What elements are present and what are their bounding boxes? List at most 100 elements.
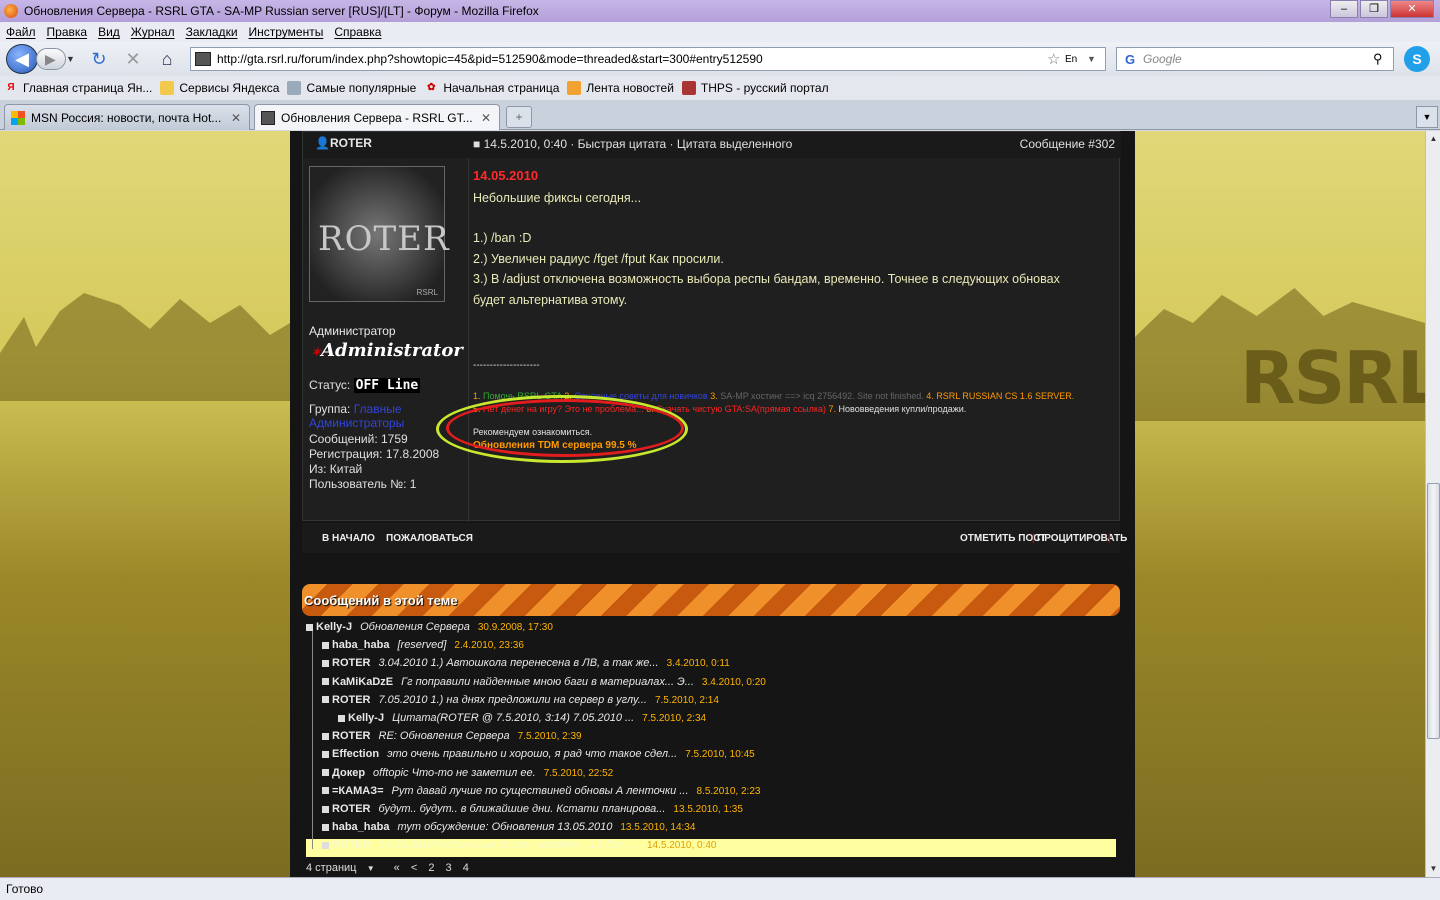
signature-segment[interactable]: 1. — [473, 391, 483, 401]
thread-row-author[interactable]: KaMiKaDzE — [332, 676, 393, 688]
report-link[interactable]: ПОЖАЛОВАТЬСЯ — [386, 533, 473, 544]
page-3[interactable]: 3 — [446, 862, 452, 874]
thread-row-subject[interactable]: offtopic Что-то не заметил ее. — [373, 767, 536, 779]
signature-segment[interactable]: SA-MP хостинг ==> icq 2756492. Site not … — [720, 391, 924, 401]
page-2[interactable]: 2 — [428, 862, 434, 874]
post-author[interactable]: 👤ROTER — [315, 136, 372, 150]
thread-row[interactable]: KaMiKaDzE Гг поправили найденные мною баг… — [306, 676, 1116, 694]
tab-close-icon[interactable]: ✕ — [229, 111, 243, 125]
thread-row-subject[interactable]: это очень правильно и хорошо, я рад что … — [387, 748, 677, 760]
thread-row[interactable]: haba_haba тут обсуждение: Обновления 13.0… — [306, 821, 1116, 839]
group-link[interactable]: Главные — [354, 402, 402, 416]
page-prev[interactable]: < — [411, 862, 417, 874]
search-magnifier-icon[interactable]: ⚲ — [1373, 51, 1393, 67]
group-link-2[interactable]: Администраторы — [309, 416, 404, 430]
thread-row-subject[interactable]: Обновления Сервера — [360, 621, 470, 633]
thread-row-subject[interactable]: тут обсуждение: Обновления 13.05.2010 — [397, 821, 612, 833]
post-meta[interactable]: ■ 14.5.2010, 0:40 · Быстрая цитата · Цит… — [473, 137, 792, 151]
menu-file[interactable]: Файл — [6, 25, 36, 39]
pages-label[interactable]: 4 страниц ▼ — [306, 862, 383, 874]
menu-view[interactable]: Вид — [98, 25, 120, 39]
thread-row-author[interactable]: ROTER — [332, 803, 371, 815]
bookmark-star-icon[interactable]: ☆ — [1047, 50, 1065, 68]
page-first[interactable]: « — [394, 862, 400, 874]
url-dropdown-icon[interactable]: ▼ — [1087, 54, 1105, 64]
close-button[interactable]: ✕ — [1390, 0, 1434, 18]
thread-row-subject[interactable]: [reserved] — [397, 639, 446, 651]
url-text[interactable]: http://gta.rsrl.ru/forum/index.php?showt… — [217, 52, 1047, 66]
minimize-button[interactable]: – — [1330, 0, 1358, 18]
signature-segment[interactable]: Нововведения купли/продажи. — [839, 404, 967, 414]
thread-row-author[interactable]: Докер — [332, 767, 365, 779]
signature-segment[interactable]: 4. RSRL RUSSIAN CS 1.6 SERVER. — [924, 391, 1074, 401]
thread-row-subject[interactable]: 7.05.2010 1.) на днях предложили на серв… — [379, 694, 647, 706]
language-indicator[interactable]: En — [1065, 54, 1087, 65]
thread-row-author[interactable]: haba_haba — [332, 821, 389, 833]
stop-icon[interactable]: ✕ — [122, 48, 144, 70]
thread-row-subject[interactable]: Рут давай лучше по существиней обновы А … — [392, 785, 689, 797]
menu-edit[interactable]: Правка — [47, 25, 88, 39]
thread-row[interactable]: Effection это очень правильно и хорошо, я… — [306, 748, 1116, 766]
thread-row[interactable]: Kelly-J Обновления Сервера 30.9.2008, 17:3… — [306, 621, 1116, 639]
thread-row-subject[interactable]: 14.05.2010 Небольшие фиксы сегодня... 1.… — [379, 839, 639, 851]
signature-segment[interactable]: 3. — [708, 391, 721, 401]
thread-row-author[interactable]: Kelly-J — [348, 712, 384, 724]
thread-row[interactable]: ROTER будут.. будут.. в ближайшие дни. Кс… — [306, 803, 1116, 821]
scroll-up-icon[interactable]: ▲ — [1426, 131, 1440, 147]
thread-row-subject[interactable]: будут.. будут.. в ближайшие дни. Кстати … — [379, 803, 666, 815]
thread-row-author[interactable]: ROTER — [332, 839, 371, 851]
google-icon[interactable]: G — [1117, 52, 1143, 67]
bookmark-popular[interactable]: Самые популярные — [287, 81, 416, 95]
thread-row-subject[interactable]: RE: Обновления Сервера — [379, 730, 510, 742]
tab-msn[interactable]: MSN Россия: новости, почта Hot... ✕ — [4, 104, 250, 130]
thread-row[interactable]: haba_haba [reserved] 2.4.2010, 23:36 — [306, 639, 1116, 657]
bookmark-yandex-services[interactable]: Сервисы Яндекса — [160, 81, 279, 95]
menu-history[interactable]: Журнал — [131, 25, 175, 39]
home-icon[interactable]: ⌂ — [156, 48, 178, 70]
skype-icon[interactable]: S — [1404, 46, 1430, 72]
thread-row-author[interactable]: =КАМАЗ= — [332, 785, 384, 797]
scroll-thumb[interactable] — [1427, 483, 1440, 739]
tab-forum[interactable]: Обновления Сервера - RSRL GT... ✕ — [254, 104, 500, 130]
thread-row-author[interactable]: ROTER — [332, 730, 371, 742]
thread-row[interactable]: Kelly-J Цитата(ROTER @ 7.5.2010, 3:14) 7.… — [306, 712, 1116, 730]
thread-row[interactable]: =КАМАЗ= Рут давай лучше по существиней об… — [306, 785, 1116, 803]
search-box[interactable]: G Google ⚲ — [1116, 47, 1394, 71]
bookmark-yandex-home[interactable]: Я Главная страница Ян... — [4, 81, 152, 95]
quote-link[interactable]: ПРОЦИТИРОВАТЬ — [1037, 533, 1127, 544]
scroll-down-icon[interactable]: ▼ — [1426, 861, 1440, 877]
thread-row-author[interactable]: haba_haba — [332, 639, 389, 651]
bookmark-news-feed[interactable]: Лента новостей — [567, 81, 674, 95]
menu-bookmarks[interactable]: Закладки — [186, 25, 238, 39]
menu-tools[interactable]: Инструменты — [249, 25, 324, 39]
history-dropdown-icon[interactable]: ▼ — [66, 54, 75, 64]
thread-row-subject[interactable]: Гг поправили найденные мною баги в матер… — [401, 676, 694, 688]
thread-row[interactable]: Докер offtopic Что-то не заметил ее. 7.5.2… — [306, 767, 1116, 785]
new-tab-button[interactable]: + — [506, 106, 532, 128]
thread-row[interactable]: ROTER 14.05.2010 Небольшие фиксы сегодня.… — [306, 839, 1116, 858]
url-bar[interactable]: http://gta.rsrl.ru/forum/index.php?showt… — [190, 47, 1106, 71]
thread-row[interactable]: ROTER RE: Обновления Сервера 7.5.2010, 2:3… — [306, 730, 1116, 748]
vertical-scrollbar[interactable]: ▲ ▼ — [1425, 131, 1440, 877]
thread-row-author[interactable]: Kelly-J — [316, 621, 352, 633]
maximize-button[interactable]: ❐ — [1360, 0, 1388, 18]
reload-icon[interactable]: ↻ — [88, 48, 110, 70]
back-to-top-link[interactable]: В НАЧАЛО — [322, 533, 375, 544]
signature-segment[interactable]: Скачать чистую GTA:SA(прямая ссылка) — [656, 404, 826, 414]
thread-row[interactable]: ROTER 7.05.2010 1.) на днях предложили на… — [306, 694, 1116, 712]
bookmark-thps[interactable]: THPS - русский портал — [681, 81, 829, 95]
post-number[interactable]: Сообщение #302 — [1020, 137, 1115, 151]
thread-row-author[interactable]: Effection — [332, 748, 379, 760]
page-4[interactable]: 4 — [463, 862, 469, 874]
thread-row-author[interactable]: ROTER — [332, 694, 371, 706]
tab-close-icon[interactable]: ✕ — [479, 111, 493, 125]
thread-row-subject[interactable]: Цитата(ROTER @ 7.5.2010, 3:14) 7.05.2010… — [392, 712, 634, 724]
thread-row-author[interactable]: ROTER — [332, 657, 371, 669]
signature-segment[interactable]: 7. — [826, 404, 839, 414]
forward-button[interactable]: ▶ — [36, 48, 66, 70]
thread-row-subject[interactable]: 3.04.2010 1.) Автошкола перенесена в ЛВ,… — [379, 657, 659, 669]
back-button[interactable]: ◀ — [6, 44, 38, 74]
search-placeholder[interactable]: Google — [1143, 52, 1373, 66]
tab-list-button[interactable]: ▼ — [1416, 106, 1438, 128]
bookmark-start-page[interactable]: ✿ Начальная страница — [424, 81, 559, 95]
